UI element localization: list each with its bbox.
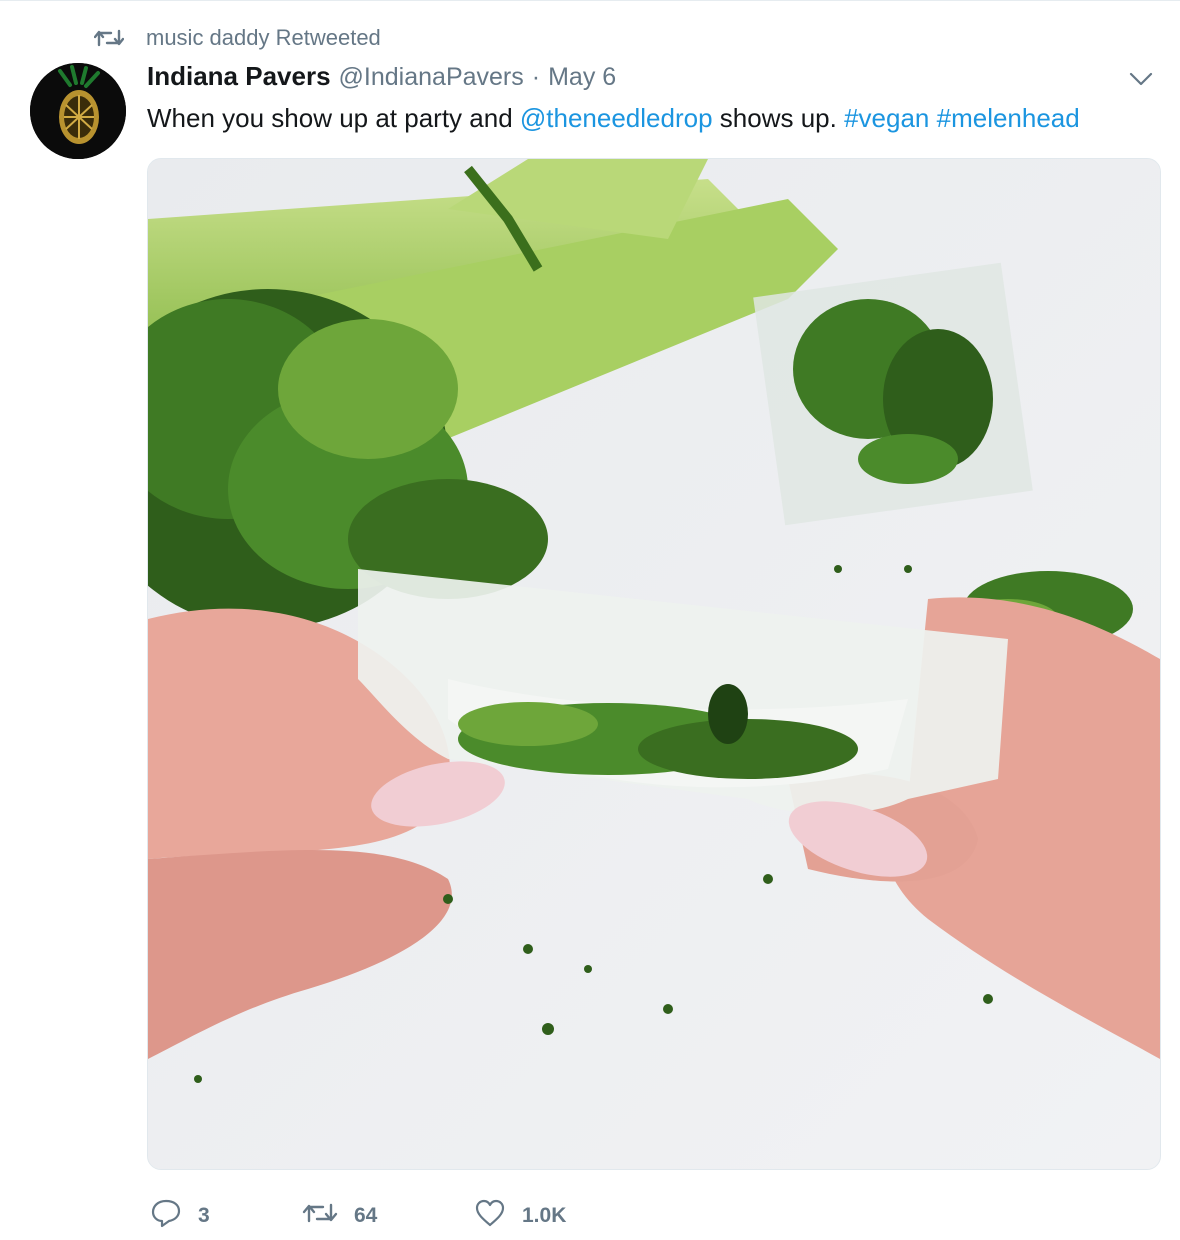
heart-icon: [474, 1198, 506, 1234]
reply-button[interactable]: 3: [150, 1198, 302, 1234]
reply-icon: [150, 1198, 182, 1234]
chevron-down-icon[interactable]: [1128, 69, 1154, 89]
tweet-header: Indiana Pavers @IndianaPavers · May 6: [147, 61, 616, 95]
tweet-text-part: When you show up at party and: [147, 103, 520, 133]
tweet-text: When you show up at party and @theneedle…: [147, 101, 1080, 135]
tweet-photo[interactable]: [147, 158, 1161, 1170]
photo-image: [148, 159, 1160, 1169]
tweet-text-space: [929, 103, 936, 133]
separator: ·: [531, 63, 541, 91]
tweet-date[interactable]: May 6: [548, 63, 616, 92]
hashtag-link[interactable]: #vegan: [844, 103, 929, 133]
author-name[interactable]: Indiana Pavers: [147, 61, 331, 92]
mention-link[interactable]: @theneedledrop: [520, 103, 713, 133]
retweet-context: music daddy Retweeted: [93, 23, 381, 53]
retweet-count: 64: [354, 1204, 378, 1227]
tweet-text-part: shows up.: [712, 103, 845, 133]
author-handle[interactable]: @IndianaPavers: [339, 63, 524, 92]
like-count: 1.0K: [522, 1204, 567, 1227]
reply-count: 3: [198, 1204, 210, 1227]
like-button[interactable]: 1.0K: [474, 1198, 634, 1234]
avatar[interactable]: [30, 63, 126, 159]
tweet-card[interactable]: music daddy Retweeted Indiana Pavers @In…: [0, 0, 1180, 1240]
retweet-icon: [93, 27, 125, 49]
hashtag-link[interactable]: #melenhead: [937, 103, 1080, 133]
retweet-context-text[interactable]: music daddy Retweeted: [146, 25, 381, 51]
retweet-icon: [302, 1200, 338, 1232]
tweet-actions: 3 64 1.0K: [150, 1196, 634, 1236]
retweet-button[interactable]: 64: [302, 1200, 474, 1232]
